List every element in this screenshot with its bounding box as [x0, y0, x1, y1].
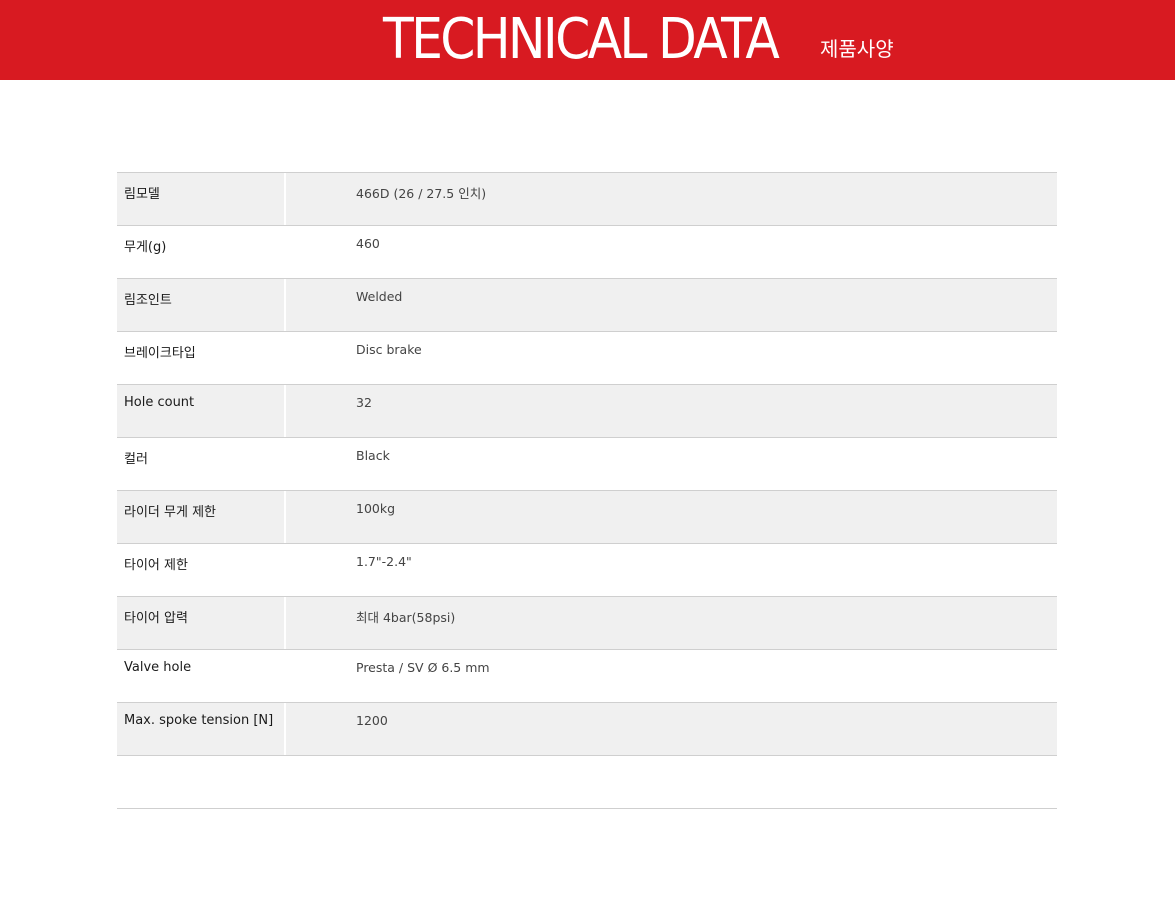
spec-row: Max. spoke tension [N] 1200 [117, 702, 1057, 755]
spec-value: Disc brake [356, 342, 422, 357]
spec-value: 460 [356, 236, 380, 251]
spec-value: 100kg [356, 501, 396, 516]
spec-row: Hole count 32 [117, 384, 1057, 437]
spec-row: 타이어 압력 최대 4bar(58psi) [117, 596, 1057, 649]
spec-label: 라이더 무게 제한 [124, 505, 216, 520]
spec-label: 타이어 압력 [124, 611, 188, 626]
column-divider [284, 703, 286, 755]
spec-value: 1.7"-2.4" [356, 554, 412, 569]
spec-row: Valve hole Presta / SV Ø 6.5 mm [117, 649, 1057, 702]
column-divider [284, 597, 286, 649]
spec-value: Welded [356, 289, 403, 304]
page-title: TECHNICAL DATA [383, 7, 780, 72]
spec-value: 최대 4bar(58psi) [356, 610, 456, 625]
spec-table: 림모델 466D (26 / 27.5 인치) 무게(g) 460 림조인트 W… [117, 172, 1057, 809]
spec-row: 무게(g) 460 [117, 225, 1057, 278]
column-divider [284, 385, 286, 437]
spec-label: 림모델 [124, 187, 160, 202]
spec-value: 1200 [356, 713, 388, 728]
page-subtitle: 제품사양 [820, 37, 894, 61]
spec-value: 32 [356, 395, 372, 410]
spec-value: Presta / SV Ø 6.5 mm [356, 660, 490, 675]
spec-row-empty [117, 755, 1057, 809]
spec-value: 466D (26 / 27.5 인치) [356, 186, 487, 201]
spec-row: 림조인트 Welded [117, 278, 1057, 331]
spec-row: 림모델 466D (26 / 27.5 인치) [117, 172, 1057, 225]
spec-label: 컬러 [124, 452, 148, 467]
spec-label: 림조인트 [124, 293, 172, 308]
spec-label: Hole count [124, 395, 195, 410]
column-divider [284, 279, 286, 331]
spec-value: Black [356, 448, 390, 463]
spec-label: Valve hole [124, 660, 192, 675]
column-divider [284, 173, 286, 225]
spec-row: 컬러 Black [117, 437, 1057, 490]
spec-row: 브레이크타입 Disc brake [117, 331, 1057, 384]
spec-label: 브레이크타입 [124, 346, 196, 361]
column-divider [284, 491, 286, 543]
header-banner: TECHNICAL DATA 제품사양 [0, 0, 1175, 80]
spec-row: 라이더 무게 제한 100kg [117, 490, 1057, 543]
spec-label: 무게(g) [124, 240, 167, 255]
spec-label: 타이어 제한 [124, 558, 188, 573]
spec-row: 타이어 제한 1.7"-2.4" [117, 543, 1057, 596]
spec-label: Max. spoke tension [N] [124, 713, 274, 728]
